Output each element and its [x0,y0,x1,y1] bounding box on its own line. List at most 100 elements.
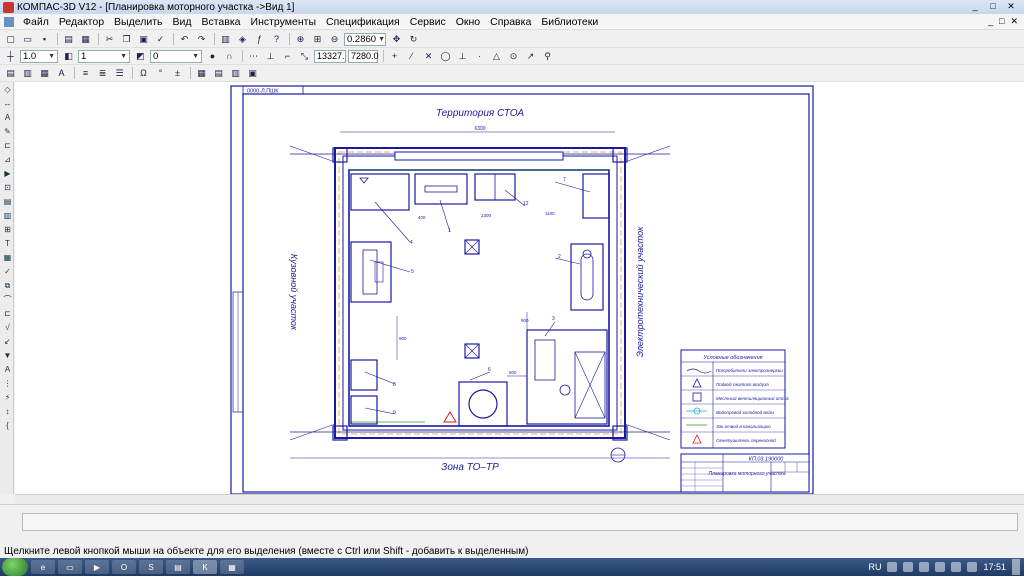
format-icon-3[interactable]: ▦ [37,67,52,80]
menu-specification[interactable]: Спецификация [321,16,405,28]
line-scale-combo[interactable]: 1.0 ▼ [20,49,58,63]
style-icon[interactable]: ◩ [133,50,148,63]
menu-edit[interactable]: Редактор [54,16,109,28]
minimize-button[interactable]: _ [968,1,982,12]
taskbar-opera-icon[interactable]: O [112,560,136,574]
show-desktop-button[interactable] [1012,559,1020,575]
symbol-icon-2[interactable]: ° [153,67,168,80]
taskbar-media-icon[interactable]: ▶ [85,560,109,574]
position-icon[interactable]: ↕ [2,406,13,417]
insert-icon[interactable]: ⊞ [2,224,13,235]
tray-icon-4[interactable] [935,562,946,572]
leader-icon[interactable]: ↙ [2,336,13,347]
taskbar-kompas-icon[interactable]: K [193,560,217,574]
snap-tangent-icon[interactable]: ◯ [438,50,453,63]
roughness-icon[interactable]: √ [2,322,13,333]
menu-select[interactable]: Выделить [109,16,167,28]
snap-settings-icon[interactable]: ⚲ [540,50,555,63]
new-document-icon[interactable]: ▢ [3,33,18,46]
doc-close-button[interactable]: ✕ [1010,16,1018,27]
properties-panel-field[interactable] [22,513,1018,531]
format-icon-1[interactable]: ▤ [3,67,18,80]
ortho-icon[interactable]: ⊥ [263,50,278,63]
text-style-icon[interactable]: A [54,67,69,80]
grid-icon[interactable]: ⋯ [246,50,261,63]
select-icon[interactable]: ▶ [2,168,13,179]
doc-minimize-button[interactable]: _ [988,16,993,27]
copy-icon[interactable]: ❐ [119,33,134,46]
coord-x-input[interactable]: 13327. [314,49,346,63]
text-icon[interactable]: T [2,238,13,249]
menu-view[interactable]: Вид [167,16,196,28]
edit-icon[interactable]: ✎ [2,126,13,137]
base-icon[interactable]: ▼ [2,350,13,361]
symbol-icon-3[interactable]: ± [170,67,185,80]
print-icon[interactable]: ▤ [61,33,76,46]
network-icon[interactable] [951,562,962,572]
zoom-out-icon[interactable]: ⊖ [327,33,342,46]
snap-angle-icon[interactable]: ↗ [523,50,538,63]
menu-service[interactable]: Сервис [405,16,451,28]
coord-y-input[interactable]: 7280.0 [348,49,379,63]
layer-tool-icon[interactable]: ⧉ [2,280,13,291]
menu-tools[interactable]: Инструменты [246,16,321,28]
snap-point-icon[interactable]: ∙ [472,50,487,63]
tray-icon-1[interactable] [887,562,898,572]
table-icon[interactable]: ▦ [194,67,209,80]
cut-icon[interactable]: ✂ [102,33,117,46]
horizontal-scrollbar[interactable] [15,494,1024,504]
symbol-icon-1[interactable]: Ω [136,67,151,80]
variables-icon[interactable]: ƒ [252,33,267,46]
report-icon[interactable]: ▥ [2,210,13,221]
dimensions-icon[interactable]: ↔ [2,98,13,109]
layer-combo[interactable]: 1 ▼ [78,49,130,63]
tray-icon-2[interactable] [903,562,914,572]
preview-icon[interactable]: ▦ [78,33,93,46]
properties-icon[interactable]: ✓ [153,33,168,46]
table-icon-4[interactable]: ▣ [245,67,260,80]
close-button[interactable]: ✕ [1004,1,1018,12]
taskbar-ie-icon[interactable]: e [31,560,55,574]
arc-icon[interactable]: ⌒ [2,294,13,305]
parametrization-icon[interactable]: ⊏ [2,140,13,151]
menu-libraries[interactable]: Библиотеки [536,16,603,28]
clock[interactable]: 17:51 [983,562,1006,572]
lightning-icon[interactable]: ⚡ [2,392,13,403]
align-icon-3[interactable]: ☰ [112,67,127,80]
check-icon[interactable]: ✓ [2,266,13,277]
tolerance-icon[interactable]: ⊏ [2,308,13,319]
volume-icon[interactable] [967,562,978,572]
style-combo[interactable]: 0 ▼ [150,49,202,63]
bracket-icon[interactable]: { [2,420,13,431]
align-icon-1[interactable]: ≡ [78,67,93,80]
menu-file[interactable]: Файл [18,16,54,28]
library-icon[interactable]: ◈ [235,33,250,46]
cursor-coords-icon[interactable]: ⤡ [297,50,312,63]
snap-intersect-icon[interactable]: ✕ [421,50,436,63]
snap-normal-icon[interactable]: ⊥ [455,50,470,63]
tray-icon-3[interactable] [919,562,930,572]
table-draw-icon[interactable]: ▦ [2,252,13,263]
taskbar-skype-icon[interactable]: S [139,560,163,574]
doc-restore-button[interactable]: □ [999,16,1004,27]
magnet-icon[interactable]: ∩ [222,50,237,63]
help-icon[interactable]: ? [269,33,284,46]
sign-icon[interactable]: A [2,364,13,375]
line-style-icon[interactable]: ┼ [3,50,18,63]
measure-icon[interactable]: ⊿ [2,154,13,165]
zoom-in-icon[interactable]: ⊕ [293,33,308,46]
open-folder-icon[interactable]: ▭ [20,33,35,46]
align-icon-2[interactable]: ≣ [95,67,110,80]
break-icon[interactable]: ⋮ [2,378,13,389]
refresh-icon[interactable]: ↻ [406,33,421,46]
associative-icon[interactable]: ⊡ [2,182,13,193]
table-icon-2[interactable]: ▤ [211,67,226,80]
save-icon[interactable]: ▪ [37,33,52,46]
snap-middle-icon[interactable]: △ [489,50,504,63]
taskbar-app-icon[interactable]: ▦ [220,560,244,574]
language-indicator[interactable]: RU [868,562,881,572]
snap-center-icon[interactable]: ⊙ [506,50,521,63]
taskbar-explorer-icon[interactable]: ▭ [58,560,82,574]
redo-icon[interactable]: ↷ [194,33,209,46]
color-icon[interactable]: ● [205,50,220,63]
